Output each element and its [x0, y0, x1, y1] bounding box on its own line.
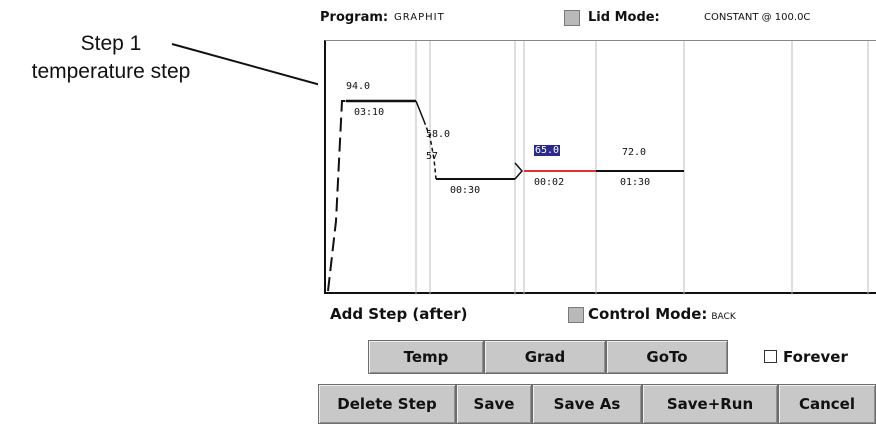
goto-button[interactable]: GoTo: [606, 340, 728, 374]
thermal-cycler-screen: Program: GRAPHIT Lid Mode: CONSTANT @ 10…: [318, 0, 876, 424]
save-as-button[interactable]: Save As: [532, 384, 642, 424]
control-mode-label: Control Mode: BACK: [588, 305, 736, 323]
save-run-button[interactable]: Save+Run: [642, 384, 778, 424]
forever-label: Forever: [783, 348, 848, 366]
step-2-temp[interactable]: 58.0: [426, 129, 450, 140]
step-4-time[interactable]: 00:02: [534, 177, 564, 188]
step-3-time[interactable]: 00:30: [450, 185, 480, 196]
add-step-label[interactable]: Add Step (after): [330, 305, 468, 323]
top-bar: Program: GRAPHIT Lid Mode: CONSTANT @ 10…: [318, 0, 876, 36]
control-mode-label-text: Control Mode:: [588, 305, 708, 323]
control-mode-value: BACK: [711, 312, 736, 322]
lid-mode-button[interactable]: [564, 10, 580, 26]
program-label: Program:: [320, 10, 389, 25]
step1-callout: Step 1 temperature step: [0, 30, 222, 86]
step-5-temp[interactable]: 72.0: [622, 147, 646, 158]
program-graph-svg: [327, 41, 869, 295]
save-button[interactable]: Save: [456, 384, 532, 424]
forever-checkbox-box[interactable]: [764, 350, 777, 363]
step-3-temp[interactable]: 57: [426, 151, 438, 162]
control-mode-button[interactable]: [568, 307, 584, 323]
callout-line-2: temperature step: [31, 60, 191, 83]
temp-button[interactable]: Temp: [368, 340, 484, 374]
step-4-temp-selected[interactable]: 65.0: [534, 145, 561, 156]
step-1-temp[interactable]: 94.0: [346, 81, 370, 92]
program-name: GRAPHIT: [394, 12, 445, 23]
program-graph[interactable]: 94.0 03:10 58.0 57 00:30 65.0 00:02 72.0…: [324, 40, 876, 295]
callout-line-1: Step 1: [80, 32, 142, 55]
step-5-time[interactable]: 01:30: [620, 177, 650, 188]
grad-button[interactable]: Grad: [484, 340, 606, 374]
cancel-button[interactable]: Cancel: [778, 384, 876, 424]
step-options-row: Add Step (after) Control Mode: BACK: [318, 300, 876, 330]
forever-checkbox[interactable]: Forever: [764, 348, 848, 366]
lid-mode-value: CONSTANT @ 100.0C: [704, 12, 811, 23]
delete-step-button[interactable]: Delete Step: [318, 384, 456, 424]
lid-mode-label: Lid Mode:: [588, 10, 660, 25]
step-1-time[interactable]: 03:10: [354, 107, 384, 118]
